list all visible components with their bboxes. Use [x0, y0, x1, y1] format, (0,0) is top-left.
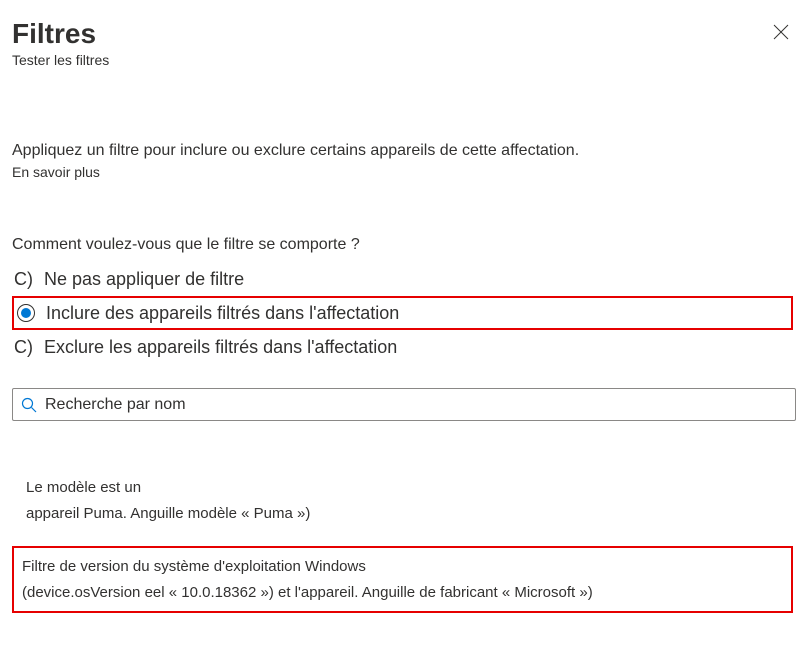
- radio-label-include: Inclure des appareils filtrés dans l'aff…: [46, 303, 399, 324]
- filter-osversion-line2: (device.osVersion eel « 10.0.18362 ») et…: [22, 580, 783, 606]
- radio-option-include[interactable]: Inclure des appareils filtrés dans l'aff…: [12, 296, 793, 330]
- radio-label-none: Ne pas appliquer de filtre: [44, 269, 244, 290]
- search-icon: [21, 397, 37, 413]
- close-button[interactable]: [773, 24, 793, 44]
- filter-model-line1: Le modèle est un: [26, 475, 785, 501]
- radio-button-icon: [16, 303, 36, 323]
- filter-description: Appliquez un filtre pour inclure ou excl…: [12, 142, 793, 160]
- behavior-question: Comment voulez-vous que le filtre se com…: [12, 236, 793, 254]
- panel-title: Filtres: [12, 18, 793, 50]
- radio-marker-text: C): [14, 269, 38, 290]
- filter-block-osversion: Filtre de version du système d'exploitat…: [12, 546, 793, 613]
- filter-model-line2: appareil Puma. Anguille modèle « Puma »): [26, 501, 785, 527]
- panel-subtitle: Tester les filtres: [12, 52, 793, 68]
- filter-block-model: Le modèle est un appareil Puma. Anguille…: [18, 469, 793, 532]
- radio-marker-text: C): [14, 337, 38, 358]
- radio-label-exclude: Exclure les appareils filtrés dans l'aff…: [44, 337, 397, 358]
- search-box[interactable]: [12, 388, 796, 421]
- radio-option-exclude[interactable]: C) Exclure les appareils filtrés dans l'…: [12, 330, 793, 364]
- filter-osversion-line1: Filtre de version du système d'exploitat…: [22, 554, 783, 580]
- close-icon: [773, 24, 789, 40]
- radio-option-none[interactable]: C) Ne pas appliquer de filtre: [12, 262, 793, 296]
- search-input[interactable]: [45, 396, 787, 414]
- learn-more-link[interactable]: En savoir plus: [12, 164, 100, 180]
- filter-behavior-radio-group: C) Ne pas appliquer de filtre Inclure de…: [12, 262, 793, 364]
